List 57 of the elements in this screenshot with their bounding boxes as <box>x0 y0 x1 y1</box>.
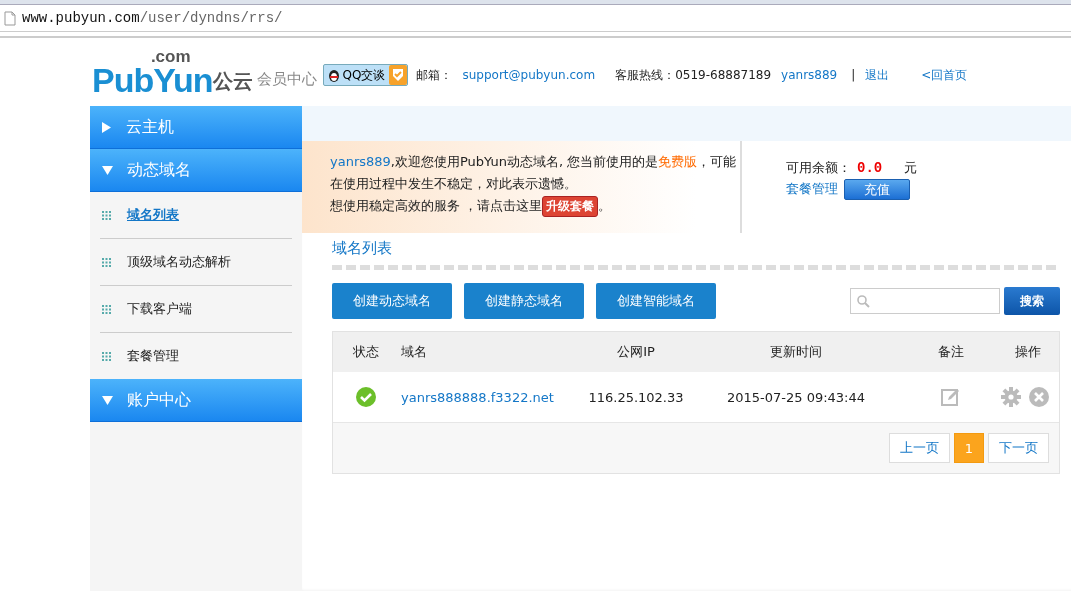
logout-link[interactable]: 退出 <box>865 66 890 84</box>
upgrade-button[interactable]: 升级套餐 <box>542 196 599 217</box>
caret-down-icon <box>102 165 113 176</box>
check-shield-icon <box>389 65 408 85</box>
period-text: 。 <box>598 198 612 213</box>
domain-link[interactable]: yanrs888888.f3322.net <box>401 389 554 405</box>
next-page-button[interactable]: 下一页 <box>988 433 1049 463</box>
column-header: 备注 <box>938 343 964 361</box>
qq-chat-button[interactable]: QQ交谈 <box>322 64 409 86</box>
search-field[interactable] <box>850 288 1000 314</box>
currency-unit: 元 <box>904 158 918 177</box>
separator: | <box>851 68 856 82</box>
column-header: 域名 <box>401 343 427 361</box>
page-icon <box>4 10 16 26</box>
sidebar-item[interactable]: 套餐管理 <box>127 347 179 365</box>
hotline-text: 客服热线：0519-68887189 <box>615 66 772 84</box>
sidebar-item[interactable]: 顶级域名动态解析 <box>127 253 231 271</box>
balance-amount: 0.0 <box>857 159 883 176</box>
column-header: 更新时间 <box>770 343 822 361</box>
sidebar-section[interactable]: 云主机 <box>90 106 302 149</box>
section-title: 域名列表 <box>332 239 393 259</box>
create-domain-button[interactable]: 创建动态域名 <box>332 283 452 319</box>
logo[interactable]: .com PubYun公云 <box>92 53 253 97</box>
balance-label: 可用余额： <box>786 158 851 177</box>
email-label: 邮箱： <box>416 66 453 84</box>
dot-grid-icon <box>102 257 111 267</box>
sidebar-section[interactable]: 动态域名 <box>90 149 302 192</box>
search-icon <box>857 294 870 308</box>
delete-icon[interactable] <box>1029 387 1049 407</box>
upgrade-text: 想使用稳定高效的服务 ，请点击这里 <box>330 198 543 213</box>
create-domain-button[interactable]: 创建智能域名 <box>596 283 716 319</box>
column-header: 公网IP <box>617 343 655 361</box>
member-center-title: 会员中心 <box>256 69 317 89</box>
dot-grid-icon <box>102 210 111 220</box>
previous-page-button[interactable]: 上一页 <box>889 433 950 463</box>
settings-icon[interactable] <box>1001 387 1021 407</box>
dot-grid-icon <box>102 304 111 314</box>
dot-grid-icon <box>102 351 111 361</box>
sidebar-section[interactable]: 账户中心 <box>90 379 302 422</box>
welcome-text: yanrs889,欢迎您使用PubYun动态域名, 您当前使用的是免费版，可能在使用过程中发生不稳定，对此表示遗憾。 <box>330 154 737 191</box>
table-cell: 116.25.102.33 <box>588 389 684 405</box>
username-link[interactable]: yanrs889 <box>781 68 838 82</box>
address-url[interactable]: www.pubyun.com/user/dyndns/rrs/ <box>22 10 283 26</box>
plan-management-link[interactable]: 套餐管理 <box>786 180 838 198</box>
sidebar-item[interactable]: 域名列表 <box>127 206 179 224</box>
create-domain-button[interactable]: 创建静态域名 <box>464 283 584 319</box>
recharge-button[interactable]: 充值 <box>844 178 910 200</box>
caret-right-icon <box>102 121 112 133</box>
home-link[interactable]: <回首页 <box>921 66 968 84</box>
caret-down-icon <box>102 395 113 406</box>
email-link[interactable]: support@pubyun.com <box>462 68 596 82</box>
column-header: 状态 <box>353 343 379 361</box>
sidebar-item[interactable]: 下载客户端 <box>127 300 192 318</box>
table-cell: 2015-07-25 09:43:44 <box>726 389 866 405</box>
search-button[interactable]: 搜索 <box>1004 287 1060 315</box>
edit-icon[interactable] <box>941 387 961 407</box>
column-header: 操作 <box>1015 343 1041 361</box>
